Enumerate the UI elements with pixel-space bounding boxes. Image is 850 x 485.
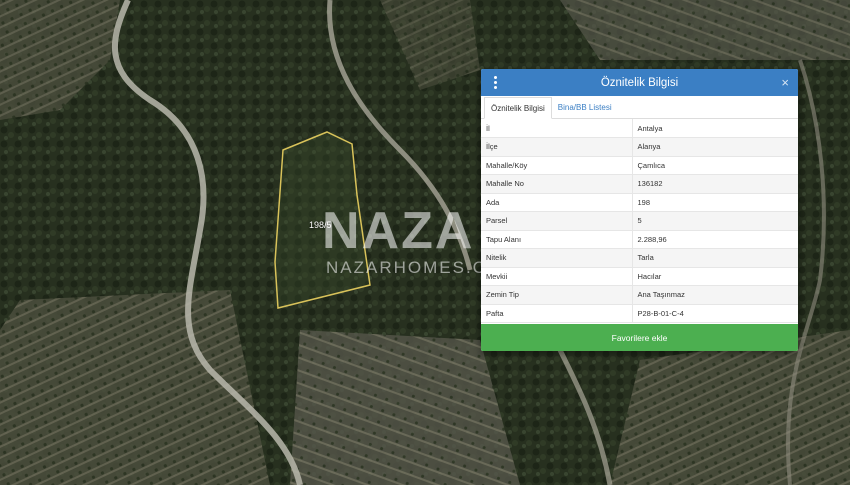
attribute-panel: Öznitelik Bilgisi × Öznitelik Bilgisi Bi… — [481, 69, 798, 351]
table-row: Ada 198 — [481, 193, 798, 212]
row-key: Mahalle/Köy — [481, 156, 633, 175]
row-value: Tarla — [632, 248, 798, 268]
row-value: Hacılar — [632, 267, 798, 286]
row-key: Parsel — [481, 211, 633, 231]
row-value: 2.288,96 — [632, 230, 798, 249]
tab-attribute-info[interactable]: Öznitelik Bilgisi — [484, 97, 552, 119]
row-key: Nitelik — [481, 248, 633, 268]
row-key: İl — [481, 119, 633, 138]
row-value: Antalya — [632, 119, 798, 138]
table-row: Mevkii Hacılar — [481, 267, 798, 286]
table-row: Parsel 5 — [481, 211, 798, 231]
row-key: Pafta — [481, 304, 633, 323]
table-row: Mahalle/Köy Çamlıca — [481, 156, 798, 175]
row-key: Mevkii — [481, 267, 633, 286]
table-row: İlçe Alanya — [481, 137, 798, 157]
panel-tabs: Öznitelik Bilgisi Bina/BB Listesi — [481, 96, 798, 119]
table-row: Tapu Alanı 2.288,96 — [481, 230, 798, 249]
table-row: Zemin Tip Ana Taşınmaz — [481, 285, 798, 305]
vertical-dots-icon[interactable] — [492, 76, 498, 89]
row-value: P28-B-01-C-4 — [632, 304, 798, 323]
panel-title: Öznitelik Bilgisi — [600, 76, 679, 89]
table-row: Nitelik Tarla — [481, 248, 798, 268]
table-row: Pafta P28-B-01-C-4 — [481, 304, 798, 323]
row-value: 5 — [632, 211, 798, 231]
table-row: Mahalle No 136182 — [481, 174, 798, 194]
panel-header: Öznitelik Bilgisi × — [481, 69, 798, 96]
parcel-label: 198/5 — [309, 220, 332, 230]
row-key: Mahalle No — [481, 174, 633, 194]
row-key: Zemin Tip — [481, 285, 633, 305]
close-icon[interactable]: × — [781, 75, 789, 90]
row-key: İlçe — [481, 137, 633, 157]
row-value: Çamlıca — [632, 156, 798, 175]
row-value: 136182 — [632, 174, 798, 194]
add-to-favorites-button[interactable]: Favorilere ekle — [481, 324, 798, 351]
row-value: Alanya — [632, 137, 798, 157]
attribute-table: İl Antalya İlçe Alanya Mahalle/Köy Çamlı… — [481, 119, 798, 323]
table-row: İl Antalya — [481, 119, 798, 138]
tab-building-list[interactable]: Bina/BB Listesi — [552, 96, 618, 118]
row-value: Ana Taşınmaz — [632, 285, 798, 305]
row-key: Tapu Alanı — [481, 230, 633, 249]
row-key: Ada — [481, 193, 633, 212]
row-value: 198 — [632, 193, 798, 212]
